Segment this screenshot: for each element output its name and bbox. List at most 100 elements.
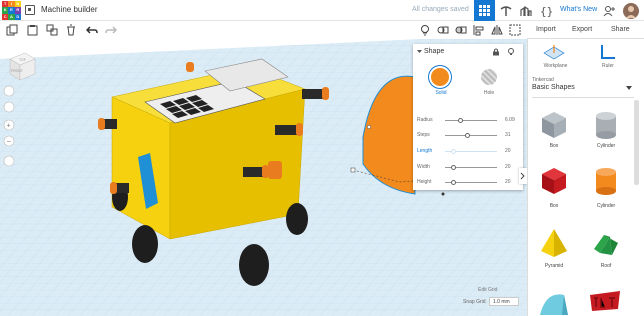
mirror-icon[interactable] [491, 24, 503, 36]
view-cube-top: TOP [19, 58, 27, 62]
ungroup-icon[interactable] [455, 24, 467, 36]
width-slider-knob[interactable] [451, 165, 456, 170]
ruler-label: Ruler [602, 63, 614, 69]
cylinder-orange-icon [596, 168, 616, 195]
group-shapes-icon[interactable] [509, 24, 521, 36]
bricks-button[interactable] [515, 0, 536, 21]
steps-label: Steps [417, 132, 430, 138]
category-select[interactable]: Basic Shapes [532, 84, 575, 91]
cylinder-gray-icon [596, 112, 616, 139]
shape-label: Cylinder [596, 203, 616, 209]
length-slider-knob[interactable] [451, 149, 456, 154]
design-grid-icon[interactable] [25, 5, 35, 15]
hole-label: Hole [483, 90, 495, 96]
perspective-button[interactable] [3, 155, 15, 167]
radius-slider-knob[interactable] [458, 118, 463, 123]
snap-grid-select[interactable]: 1.0 mm [489, 297, 519, 306]
workplane-label: Workplane [543, 63, 568, 69]
roof-icon [594, 235, 618, 255]
code-braces-icon: {} [540, 5, 553, 17]
length-value[interactable]: 20 [505, 148, 511, 154]
export-button[interactable]: Export [572, 26, 592, 33]
chevron-right-icon [520, 172, 525, 180]
box-gray-icon [542, 112, 566, 138]
light-bulb-icon[interactable] [419, 24, 431, 36]
save-status: All changes saved [412, 6, 469, 13]
length-label: Length [417, 148, 433, 154]
blocks-button[interactable] [495, 0, 516, 21]
pickaxe-icon [500, 5, 511, 16]
grid-view-icon [479, 5, 490, 16]
shapes-library: Workplane Ruler Tinkercad Basic Shapes B… [527, 39, 644, 316]
radius-value[interactable]: 6.09 [505, 117, 515, 123]
width-value[interactable]: 20 [505, 164, 511, 170]
group-icon[interactable] [437, 24, 449, 36]
ruler-icon [601, 45, 615, 59]
panel-collapse-handle[interactable] [519, 168, 527, 184]
radius-label: Radius [417, 117, 433, 123]
svg-text:+: + [7, 123, 11, 130]
box-red-icon [542, 168, 566, 194]
edit-grid-link[interactable]: Edit Grid [478, 287, 498, 293]
radius-slider[interactable] [445, 120, 497, 121]
ruler-tool[interactable] [599, 43, 617, 61]
height-slider-knob[interactable] [451, 180, 456, 185]
share-button[interactable]: Share [611, 26, 630, 33]
library-caption: Tinkercad [532, 77, 554, 83]
redo-icon[interactable] [105, 24, 117, 36]
steps-slider[interactable] [445, 135, 497, 136]
copy-icon[interactable] [6, 24, 18, 36]
svg-text:{}: {} [540, 5, 553, 17]
solid-label: Solid [435, 90, 447, 96]
whats-new-link[interactable]: What's New [560, 6, 597, 13]
steps-slider-knob[interactable] [465, 133, 470, 138]
collapse-chevron-icon[interactable] [417, 49, 422, 54]
dropdown-arrow-icon[interactable] [626, 86, 632, 91]
top-bar: T I N K E R C A D Machine builder All ch… [0, 0, 644, 21]
lock-icon[interactable] [492, 48, 500, 56]
light-bulb-icon[interactable] [507, 48, 515, 56]
text-shape-icon[interactable] [588, 289, 622, 313]
workplane-tool[interactable] [542, 43, 566, 61]
import-button[interactable]: Import [536, 26, 556, 33]
avatar[interactable] [620, 0, 641, 21]
design-title[interactable]: Machine builder [41, 5, 97, 14]
width-label: Width [417, 164, 430, 170]
align-icon[interactable] [473, 24, 485, 36]
pyramid-icon [541, 229, 567, 257]
snap-grid-label: Snap Grid [463, 299, 486, 305]
undo-icon[interactable] [86, 24, 98, 36]
height-label: Height [417, 179, 432, 185]
library-scrollbar[interactable] [634, 100, 639, 185]
paste-icon[interactable] [27, 24, 39, 36]
3d-view-button[interactable] [474, 0, 495, 21]
shape-label: Cylinder [596, 143, 616, 149]
shape-label: Roof [600, 263, 612, 269]
height-value[interactable]: 20 [505, 179, 511, 185]
shape-label: Pyramid [544, 263, 564, 269]
trash-icon[interactable] [65, 24, 77, 36]
add-user-icon [603, 5, 615, 16]
tinkercad-app: T I N K E R C A D Machine builder All ch… [0, 0, 644, 316]
hole-swatch[interactable] [481, 69, 497, 85]
workplane-icon [543, 45, 565, 60]
divider [532, 97, 634, 98]
add-user-button[interactable] [598, 0, 619, 21]
round-roof-icon[interactable] [538, 287, 570, 316]
import-export-bar: Import Export Share [527, 21, 644, 39]
fit-view-button[interactable] [3, 101, 15, 113]
duplicate-icon[interactable] [46, 24, 58, 36]
shape-panel-title: Shape [424, 48, 445, 55]
shape-label: Box [549, 143, 559, 149]
view-cube-front: FRONT [11, 69, 24, 73]
steps-value[interactable]: 31 [505, 132, 511, 138]
home-view-button[interactable] [3, 85, 15, 97]
solid-color-swatch[interactable] [431, 68, 449, 86]
shape-inspector: Shape Solid Hole Radius 6.09 Steps 31 Le… [413, 44, 523, 190]
avatar-icon [622, 2, 639, 19]
codeblocks-button[interactable]: {} [536, 0, 557, 21]
edit-toolbar [0, 21, 527, 39]
svg-text:–: – [7, 139, 11, 146]
tinkercad-logo[interactable]: T I N K E R C A D [2, 1, 21, 20]
city-icon [519, 5, 532, 16]
